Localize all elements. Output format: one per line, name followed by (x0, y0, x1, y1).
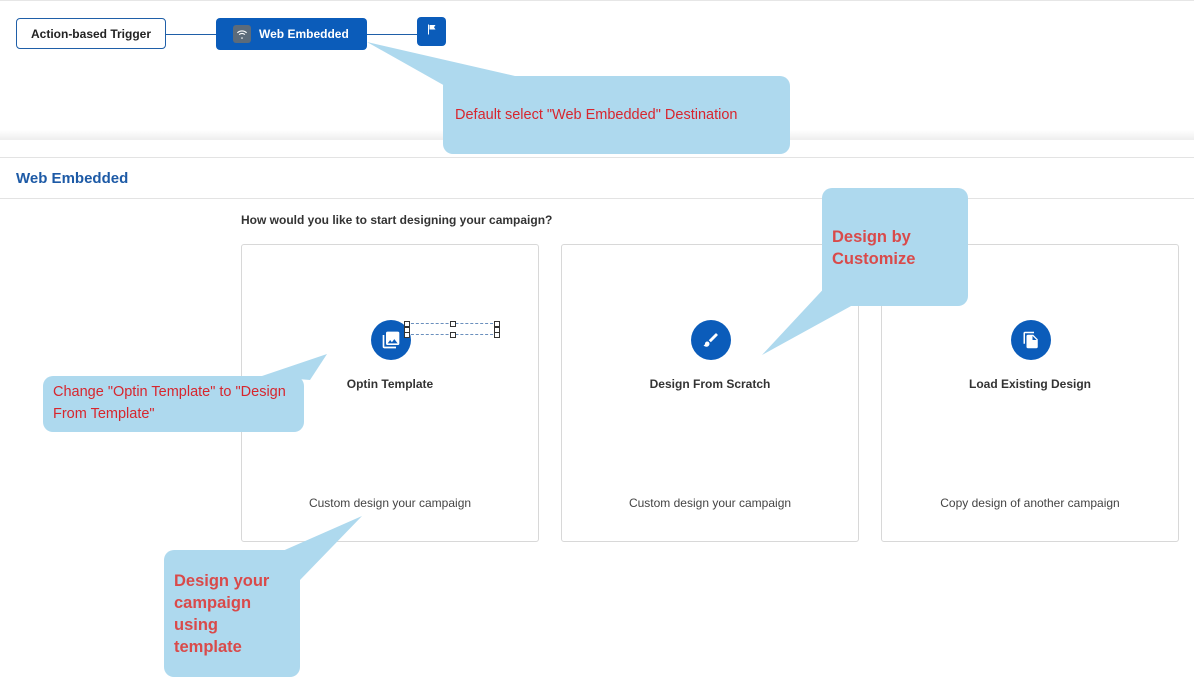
annotation-callout-design-by-customize: Design by Customize (822, 188, 968, 306)
annotation-text: Default select "Web Embedded" Destinatio… (455, 107, 738, 123)
annotation-text: Design your campaign using template (174, 572, 270, 656)
annotation-callout-default-destination: Default select "Web Embedded" Destinatio… (443, 76, 790, 154)
annotation-callout-rename-template: Change "Optin Template" to "Design From … (43, 376, 304, 432)
annotation-text: Change "Optin Template" to "Design From … (53, 384, 286, 422)
annotation-callout-design-using-template: Design your campaign using template (164, 550, 300, 677)
annotation-text: Design by Customize (832, 228, 916, 268)
